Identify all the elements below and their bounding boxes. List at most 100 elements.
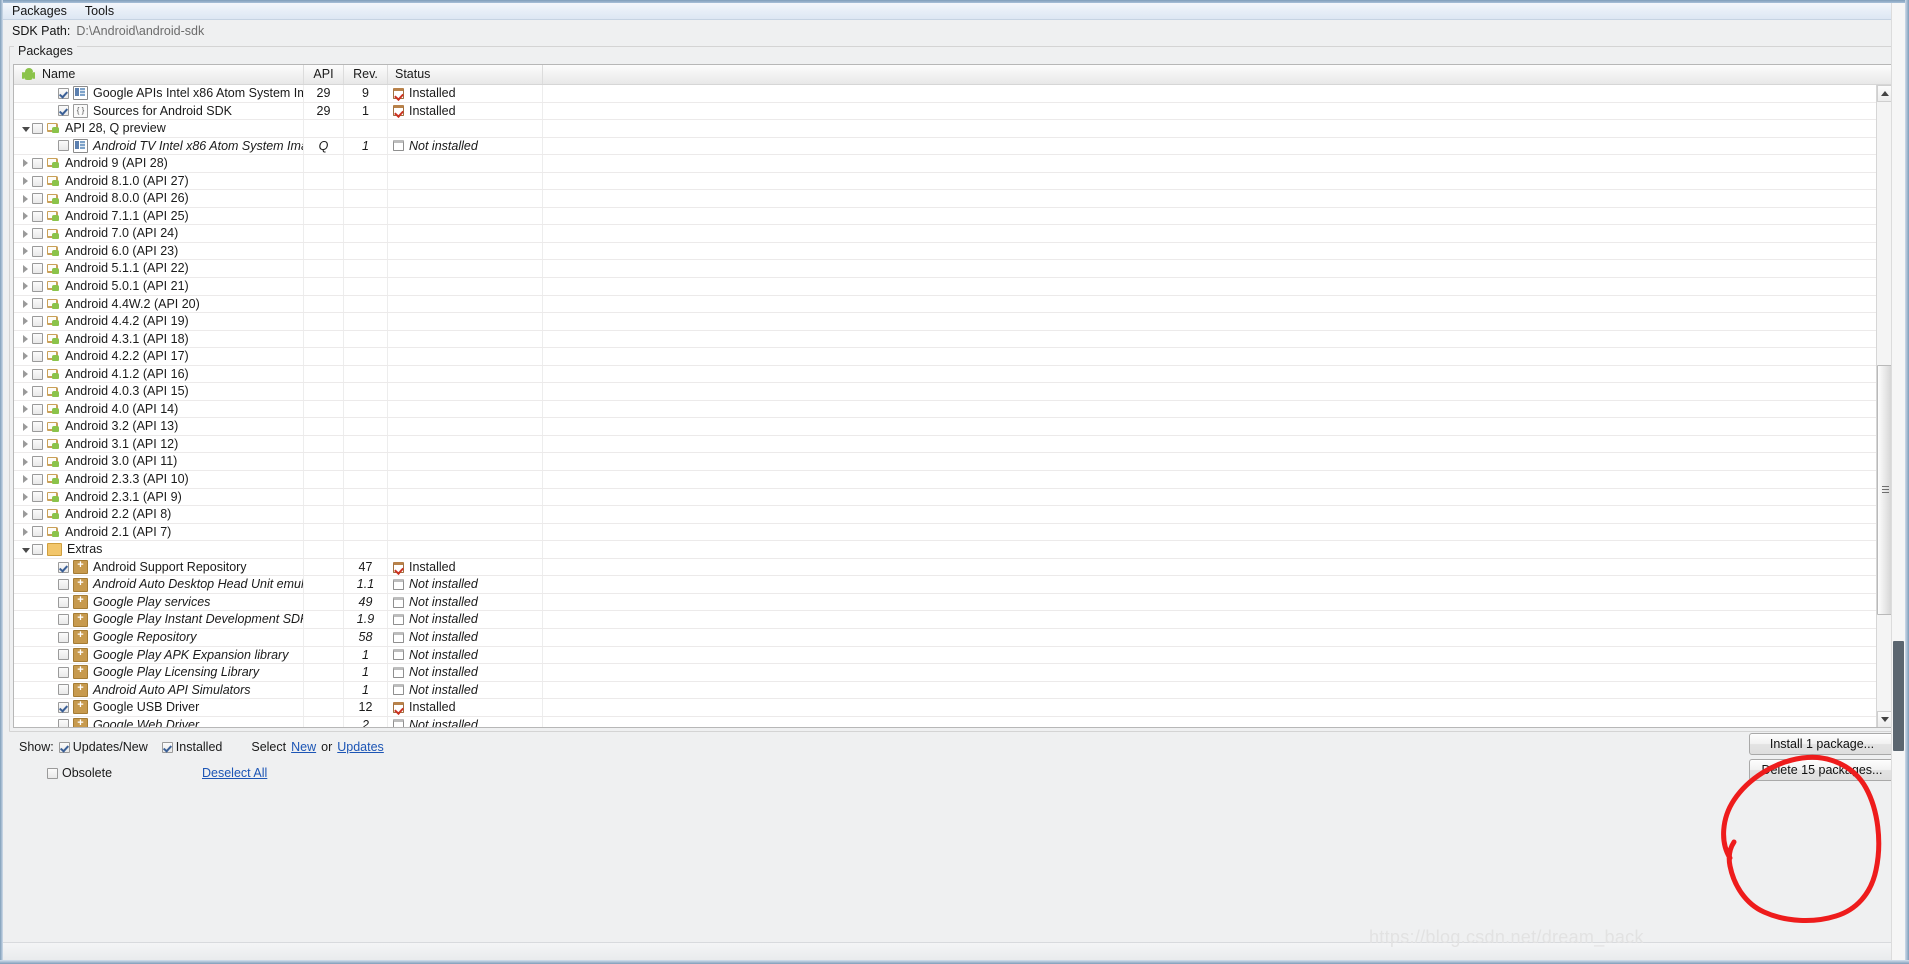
select-new-link[interactable]: New — [291, 740, 316, 754]
row-checkbox[interactable] — [58, 631, 69, 643]
expand-arrow-icon[interactable] — [19, 317, 32, 326]
row-checkbox[interactable] — [58, 684, 69, 696]
expand-arrow-icon[interactable] — [19, 457, 32, 466]
table-row[interactable]: Google Play APK Expansion library 1 Not in… — [14, 646, 1894, 665]
table-row[interactable]: Google APIs Intel x86 Atom System Image2… — [14, 85, 1894, 103]
table-row[interactable]: Android TV Intel x86 Atom System Image Q 1… — [14, 137, 1894, 156]
row-checkbox[interactable] — [32, 526, 43, 538]
expand-arrow-icon[interactable] — [19, 282, 32, 291]
row-checkbox[interactable] — [58, 666, 69, 678]
table-row[interactable]: Android 4.4.2 (API 19) — [14, 313, 1894, 331]
table-row[interactable]: Android 9 (API 28) — [14, 155, 1894, 173]
window-vertical-scrollbar[interactable] — [1891, 3, 1905, 960]
checkbox-installed[interactable]: Installed — [161, 740, 222, 754]
table-row[interactable]: Google Play Instant Development SDK 1.9 No… — [14, 611, 1894, 629]
table-row[interactable]: Android 8.0.0 (API 26) — [14, 190, 1894, 208]
row-checkbox[interactable] — [32, 245, 43, 257]
row-checkbox[interactable] — [32, 210, 43, 222]
table-row[interactable]: Android 7.1.1 (API 25) — [14, 207, 1894, 226]
table-row[interactable]: Android Auto Desktop Head Unit emulator 1… — [14, 576, 1894, 594]
table-row[interactable]: Android 4.0.3 (API 15) — [14, 383, 1894, 401]
menu-packages[interactable]: Packages — [3, 3, 76, 19]
table-row[interactable]: Android 5.1.1 (API 22) — [14, 260, 1894, 279]
table-row[interactable]: Android 3.0 (API 11) — [14, 453, 1894, 472]
row-checkbox[interactable] — [32, 403, 43, 415]
row-checkbox[interactable] — [32, 438, 43, 450]
expand-arrow-icon[interactable] — [19, 352, 32, 361]
table-row[interactable]: Android 4.1.2 (API 16) — [14, 365, 1894, 384]
table-row[interactable]: Android 2.2 (API 8) — [14, 506, 1894, 524]
select-updates-link[interactable]: Updates — [337, 740, 384, 754]
table-row[interactable]: Google Web Driver 2 Not installed — [14, 716, 1894, 727]
collapse-arrow-icon[interactable] — [19, 546, 32, 553]
table-row[interactable]: Android 4.0 (API 14) — [14, 400, 1894, 419]
table-row[interactable]: Google Play Licensing Library 1 Not instal… — [14, 664, 1894, 682]
expand-arrow-icon[interactable] — [19, 299, 32, 308]
table-row[interactable]: Android 3.1 (API 12) — [14, 435, 1894, 454]
expand-arrow-icon[interactable] — [19, 229, 32, 238]
expand-arrow-icon[interactable] — [19, 334, 32, 343]
row-checkbox[interactable] — [58, 719, 69, 727]
menu-tools[interactable]: Tools — [76, 3, 123, 19]
expand-arrow-icon[interactable] — [19, 405, 32, 414]
row-checkbox[interactable] — [32, 350, 43, 362]
row-checkbox[interactable] — [32, 368, 43, 380]
table-row[interactable]: API 28, Q preview — [14, 120, 1894, 138]
row-checkbox[interactable] — [58, 649, 69, 661]
row-checkbox[interactable] — [58, 701, 69, 713]
table-row[interactable]: Android 4.2.2 (API 17) — [14, 348, 1894, 366]
expand-arrow-icon[interactable] — [19, 370, 32, 379]
row-checkbox[interactable] — [32, 175, 43, 187]
table-row[interactable]: Android 5.0.1 (API 21) — [14, 278, 1894, 296]
row-checkbox[interactable] — [32, 421, 43, 433]
expand-arrow-icon[interactable] — [19, 159, 32, 168]
row-checkbox[interactable] — [32, 315, 43, 327]
row-checkbox[interactable] — [32, 456, 43, 468]
table-row[interactable]: Android 3.2 (API 13) — [14, 418, 1894, 436]
checkbox-updates-new[interactable]: Updates/New — [58, 740, 148, 754]
table-row[interactable]: Google Play services 49 Not installed — [14, 593, 1894, 612]
row-checkbox[interactable] — [32, 473, 43, 485]
table-row[interactable]: { } Sources for Android SDK 29 1 Installed — [14, 102, 1894, 121]
row-checkbox[interactable] — [58, 561, 69, 573]
expand-arrow-icon[interactable] — [19, 492, 32, 501]
row-checkbox[interactable] — [58, 596, 69, 608]
expand-arrow-icon[interactable] — [19, 177, 32, 185]
row-checkbox[interactable] — [32, 193, 43, 205]
table-row[interactable]: Android Support Repository 47 Installed — [14, 558, 1894, 577]
row-checkbox[interactable] — [32, 228, 43, 240]
table-row[interactable]: Google USB Driver 12 Installed — [14, 699, 1894, 717]
row-checkbox[interactable] — [58, 579, 69, 591]
row-checkbox[interactable] — [32, 280, 43, 292]
expand-arrow-icon[interactable] — [19, 387, 32, 396]
expand-arrow-icon[interactable] — [19, 510, 32, 519]
updates-new-checkbox-box[interactable] — [58, 741, 70, 753]
row-checkbox[interactable] — [32, 122, 43, 134]
table-row[interactable]: Android 4.4W.2 (API 20) — [14, 295, 1894, 314]
table-row[interactable]: Android 6.0 (API 23) — [14, 242, 1894, 261]
checkbox-obsolete[interactable]: Obsolete — [47, 766, 112, 780]
window-scrollbar-thumb[interactable] — [1893, 641, 1904, 751]
expand-arrow-icon[interactable] — [19, 264, 32, 273]
deselect-all-link[interactable]: Deselect All — [202, 766, 267, 780]
column-header-api[interactable]: API — [304, 65, 344, 84]
expand-arrow-icon[interactable] — [19, 422, 32, 431]
installed-checkbox-box[interactable] — [161, 741, 173, 753]
row-checkbox[interactable] — [58, 140, 69, 152]
expand-arrow-icon[interactable] — [19, 440, 32, 449]
table-row[interactable]: Google Repository 58 Not installed — [14, 628, 1894, 647]
table-row[interactable]: Android 4.3.1 (API 18) — [14, 330, 1894, 349]
column-header-name[interactable]: Name — [14, 65, 304, 84]
table-row[interactable]: Android 8.1.0 (API 27) — [14, 172, 1894, 191]
table-row[interactable]: Android 2.3.3 (API 10) — [14, 471, 1894, 489]
column-header-status[interactable]: Status — [388, 65, 543, 84]
expand-arrow-icon[interactable] — [19, 212, 32, 221]
table-row[interactable]: Android 2.1 (API 7) — [14, 523, 1894, 542]
column-header-rev[interactable]: Rev. — [344, 65, 388, 84]
table-row[interactable]: Android Auto API Simulators 1 Not installe… — [14, 681, 1894, 700]
table-row[interactable]: Android 7.0 (API 24) — [14, 225, 1894, 243]
table-row[interactable]: Extras — [14, 541, 1894, 559]
expand-arrow-icon[interactable] — [19, 247, 32, 256]
row-checkbox[interactable] — [32, 508, 43, 520]
row-checkbox[interactable] — [58, 105, 69, 117]
